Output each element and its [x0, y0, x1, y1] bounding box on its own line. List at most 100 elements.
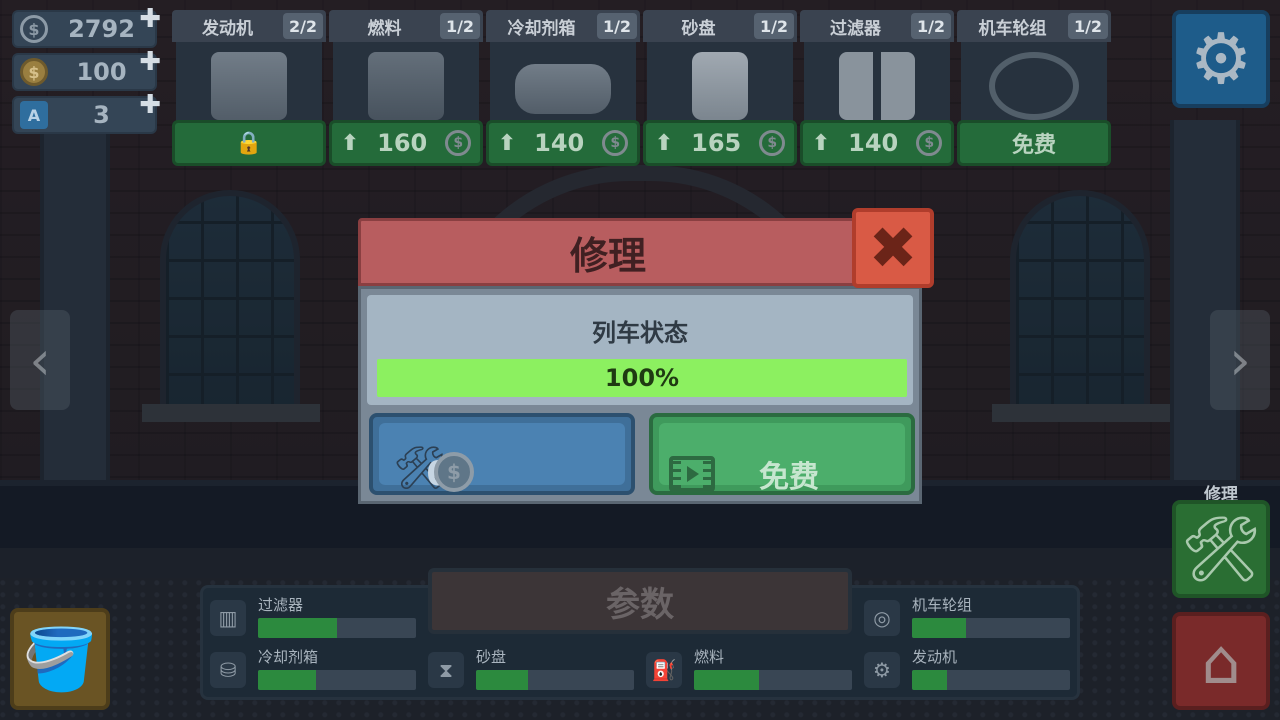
stat-bar	[912, 618, 1070, 638]
stat-bar	[476, 670, 634, 690]
stat-bar	[912, 670, 1070, 690]
part-count: 1/2	[911, 13, 951, 39]
close-icon: ✖	[868, 214, 918, 282]
condition-percent: 100%	[604, 364, 680, 392]
stat-label: 燃料	[694, 648, 725, 666]
condition-bar: 100%	[377, 359, 907, 397]
wheelset-icon: ◎	[864, 600, 900, 636]
repair-dialog: 修理 列车状态 100% 🛠 0 $ 免费 ✖	[358, 208, 934, 504]
part-count: 1/2	[440, 13, 480, 39]
stat-label: 过滤器	[258, 596, 304, 614]
gear-icon: ⚙	[1189, 18, 1253, 100]
wheelset-icon	[989, 52, 1079, 120]
stat-bar-fill	[912, 670, 947, 690]
engine-icon: ⚙	[864, 652, 900, 688]
repair-with-ad-button[interactable]: 免费	[649, 413, 915, 495]
part-card-filter: 过滤器 1/2 ⬆ 140 $	[800, 10, 954, 166]
next-train-button[interactable]: ›	[1210, 310, 1270, 410]
repair-side-button[interactable]: 🛠	[1172, 500, 1270, 598]
upgrade-arrow-icon: ⬆	[654, 130, 674, 156]
coolant-tank-icon	[515, 64, 611, 114]
stat-bar	[258, 618, 416, 638]
paint-bucket-icon: 🪣	[22, 624, 98, 695]
part-name: 冷却剂箱	[507, 18, 576, 39]
chevron-right-icon: ›	[1229, 328, 1251, 392]
part-name: 机车轮组	[978, 18, 1047, 39]
sandbox-icon	[692, 52, 748, 120]
upgrade-price: 140	[534, 129, 585, 157]
part-name: 发动机	[202, 18, 253, 39]
add-tickets-button[interactable]: ✚	[139, 92, 161, 118]
part-name: 燃料	[367, 18, 402, 39]
stat-bar	[694, 670, 852, 690]
filter-icon	[839, 52, 915, 120]
settings-button[interactable]: ⚙	[1172, 10, 1270, 108]
add-coins-button[interactable]: ✚	[139, 49, 161, 75]
upgrade-price: 160	[377, 129, 428, 157]
wrench-screwdriver-icon: 🛠	[1180, 512, 1262, 587]
repair-with-coins-button[interactable]: 🛠 0 $	[369, 413, 635, 495]
train-status-label: 列车状态	[592, 319, 688, 347]
dollar-coin-icon: $	[445, 130, 472, 156]
gold-coin-icon: $	[20, 58, 48, 86]
upgrade-price: 140	[848, 129, 899, 157]
dialog-title: 修理	[358, 218, 858, 286]
upgrade-button[interactable]: ⬆ 140 $	[486, 120, 640, 166]
upgrade-arrow-icon: ⬆	[811, 130, 831, 156]
part-locked-button[interactable]: 🔒	[172, 120, 326, 166]
ticket-counter: A 3 ✚	[12, 92, 161, 134]
free-part-button[interactable]: 免费	[957, 120, 1111, 166]
stat-filter: ▥ 过滤器	[210, 594, 420, 640]
part-count: 1/2	[597, 13, 637, 39]
part-count: 1/2	[1068, 13, 1108, 39]
dollar-coin-icon: $	[20, 15, 48, 43]
hourglass-icon: ⧗	[428, 652, 464, 688]
coin-counter: $ 100 ✚	[12, 49, 161, 91]
stat-bar-fill	[694, 670, 759, 690]
stat-fuel: ⛽ 燃料	[646, 646, 856, 692]
upgrade-arrow-icon: ⬆	[497, 130, 517, 156]
dollar-coin-icon: $	[759, 130, 786, 156]
dialog-body: 列车状态 100% 🛠 0 $ 免费	[358, 286, 922, 504]
stat-bar-fill	[476, 670, 529, 690]
part-card-fuel: 燃料 1/2 ⬆ 160 $	[329, 10, 483, 166]
part-card-wheelset: 机车轮组 1/2 免费	[957, 10, 1111, 166]
dollar-coin-icon: $	[916, 130, 943, 156]
add-dollars-button[interactable]: ✚	[139, 6, 161, 32]
ticket-icon: A	[20, 101, 48, 129]
stat-label: 机车轮组	[912, 596, 973, 614]
stat-label: 冷却剂箱	[258, 648, 319, 666]
upgrade-button[interactable]: ⬆ 165 $	[643, 120, 797, 166]
video-ad-icon	[669, 456, 715, 492]
stat-bar-fill	[258, 670, 317, 690]
free-label: 免费	[1011, 133, 1056, 158]
stat-sandbox: ⧗ 砂盘	[428, 646, 638, 692]
previous-train-button[interactable]: ‹	[10, 310, 70, 410]
stat-engine: ⚙ 发动机	[864, 646, 1074, 692]
filter-icon: ▥	[210, 600, 246, 636]
garage-icon: ⌂	[1201, 624, 1241, 698]
stat-label: 发动机	[912, 648, 958, 666]
part-card-engine: 发动机 2/2 🔒	[172, 10, 326, 166]
parameters-button[interactable]: 参数	[428, 568, 852, 634]
coolant-tank-icon: ⛁	[210, 652, 246, 688]
upgrade-button[interactable]: ⬆ 160 $	[329, 120, 483, 166]
upgrade-price: 165	[691, 129, 742, 157]
free-repair-label: 免费	[759, 460, 819, 495]
part-name: 砂盘	[681, 18, 716, 39]
dollar-counter: $ 2792 ✚	[12, 6, 161, 48]
paint-button[interactable]: 🪣	[10, 608, 110, 710]
stat-bar-fill	[912, 618, 966, 638]
chevron-left-icon: ‹	[29, 328, 51, 392]
upgrade-button[interactable]: ⬆ 140 $	[800, 120, 954, 166]
part-count: 2/2	[283, 13, 323, 39]
part-card-sandbox: 砂盘 1/2 ⬆ 165 $	[643, 10, 797, 166]
garage-button[interactable]: ⌂	[1172, 612, 1270, 710]
stat-wheelset: ◎ 机车轮组	[864, 594, 1074, 640]
close-button[interactable]: ✖	[852, 208, 934, 288]
train-status-box: 列车状态 100%	[367, 295, 913, 405]
stat-coolant: ⛁ 冷却剂箱	[210, 646, 420, 692]
fuel-pump-icon: ⛽	[646, 652, 682, 688]
upgrade-arrow-icon: ⬆	[340, 130, 360, 156]
dollar-coin-icon: $	[434, 452, 474, 492]
